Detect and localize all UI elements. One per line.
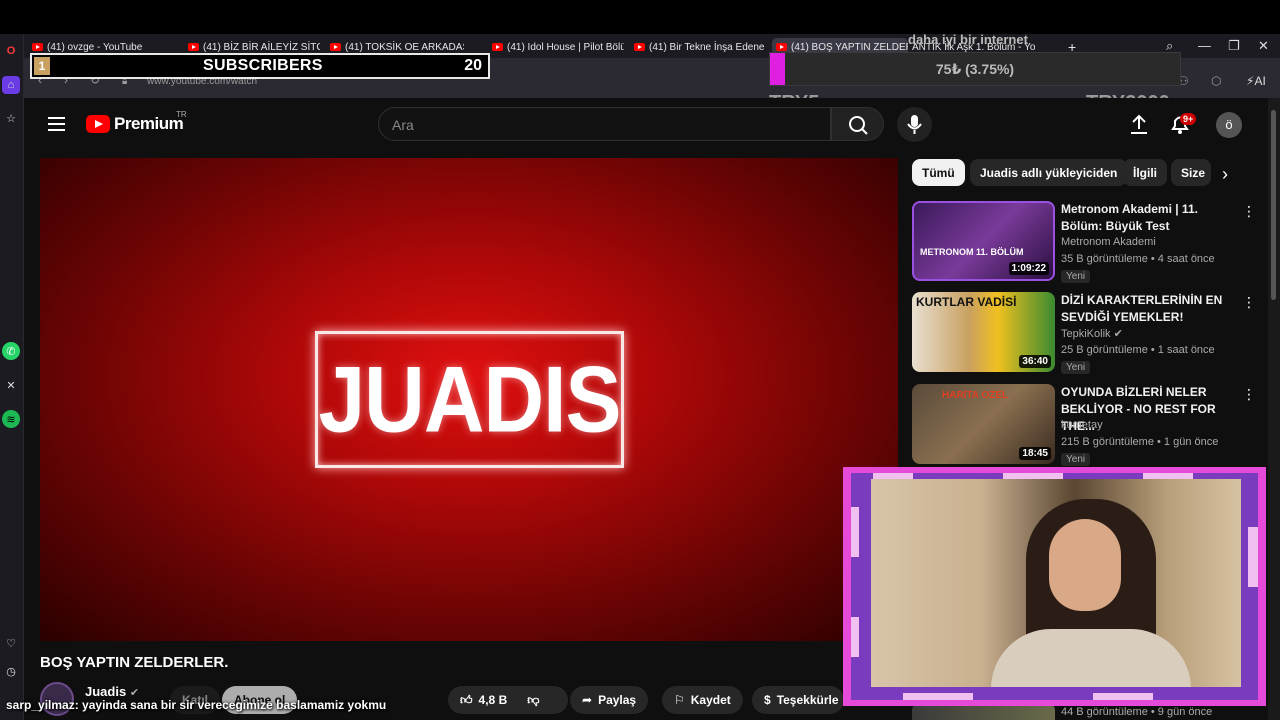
rec-channel[interactable]: TepkiKolik ✔ xyxy=(1061,327,1123,340)
chip-related[interactable]: İlgili xyxy=(1123,159,1167,186)
subs-rank: 1 xyxy=(34,57,50,75)
subs-count: 20 xyxy=(464,57,482,74)
mic-icon xyxy=(907,115,922,134)
donation-goal-bar: 75₺ (3.75%) xyxy=(769,52,1181,86)
like-button[interactable]: 👍︎ 4,8 B 👎︎ xyxy=(448,686,568,714)
rec-thumbnail-partial[interactable] xyxy=(912,704,1055,720)
save-button[interactable]: ⚐ Kaydet xyxy=(662,686,743,714)
scrollbar-thumb[interactable] xyxy=(1271,110,1276,300)
minimize-icon[interactable]: — xyxy=(1198,38,1211,53)
thanks-button[interactable]: $ Teşekkürle xyxy=(752,686,844,714)
rec-thumbnail[interactable]: METRONOM 11. BÖLÜM 1:09:22 xyxy=(912,201,1055,281)
home-icon[interactable]: ⌂ xyxy=(2,76,20,94)
verified-icon: ✔ xyxy=(1113,328,1123,340)
video-title: BOŞ YAPTIN ZELDERLER. xyxy=(40,654,229,671)
youtube-favicon-icon xyxy=(776,43,787,51)
bookmark-icon: ⚐ xyxy=(674,693,685,707)
rec-meta-partial: 44 B görüntüleme • 9 gün önce xyxy=(1061,706,1213,718)
chip-from-uploader[interactable]: Juadis adlı yükleyiciden xyxy=(970,159,1128,186)
channel-brand-logo: JUADIS xyxy=(315,331,624,468)
chevron-right-icon[interactable]: › xyxy=(1222,164,1228,185)
menu-icon[interactable] xyxy=(48,117,65,131)
youtube-favicon-icon xyxy=(188,43,199,51)
donation-goal-title: daha iyi bir internet xyxy=(908,32,1028,47)
rec-video[interactable]: KURTLAR VADİSİ 36:40 DİZİ KARAKTERLERİNİ… xyxy=(912,292,1262,377)
donation-goal-text: 75₺ (3.75%) xyxy=(935,61,1015,77)
upload-icon[interactable] xyxy=(1128,112,1150,136)
thumbs-up-icon: 👍︎ xyxy=(460,692,473,707)
youtube-play-icon xyxy=(86,115,110,133)
webcam-feed xyxy=(871,479,1241,687)
chip-all[interactable]: Tümü xyxy=(912,159,965,186)
pin-icon[interactable]: ☆ xyxy=(2,109,20,127)
notifications-badge: 9+ xyxy=(1180,113,1197,125)
chip-for-you[interactable]: Size xyxy=(1171,159,1211,186)
share-icon: ➦ xyxy=(582,693,593,707)
youtube-favicon-icon xyxy=(634,43,645,51)
more-options-icon[interactable]: ⋮ xyxy=(1242,294,1256,311)
rec-thumbnail[interactable]: KURTLAR VADİSİ 36:40 xyxy=(912,292,1055,372)
youtube-logo[interactable]: Premium TR xyxy=(86,110,187,134)
voice-search-button[interactable] xyxy=(897,107,932,142)
spotify-icon[interactable]: ≋ xyxy=(2,410,20,428)
subs-label: SUBSCRIBERS xyxy=(203,57,323,74)
tab-5[interactable]: (41) Bir Tekne İnşa Edene xyxy=(630,38,766,56)
x-icon[interactable]: ✕ xyxy=(2,376,20,394)
thumbs-down-icon: 👎︎ xyxy=(527,692,540,707)
ai-button[interactable]: ⚡AI xyxy=(1246,74,1266,88)
chat-overlay-message: sarp_yilmaz: yayinda sana bir sir verece… xyxy=(6,698,387,712)
history-icon[interactable]: ◷ xyxy=(2,662,20,680)
search-button[interactable] xyxy=(831,107,884,141)
share-button[interactable]: ➦ Paylaş xyxy=(570,686,649,714)
youtube-favicon-icon xyxy=(492,43,503,51)
more-options-icon[interactable]: ⋮ xyxy=(1242,203,1256,220)
opera-icon[interactable]: O xyxy=(2,42,20,60)
maximize-icon[interactable]: ❐ xyxy=(1228,38,1240,54)
extensions-icon[interactable]: ⬡ xyxy=(1211,74,1221,88)
video-player[interactable]: JUADIS xyxy=(40,158,898,641)
browser-sidebar: O ⌂ ☆ ✆ ✕ ≋ ♡ ◷ xyxy=(0,34,24,720)
search-icon xyxy=(849,116,868,135)
rec-thumbnail[interactable]: HARİTA OZEL 18:45 xyxy=(912,384,1055,464)
top-black-bar xyxy=(0,0,1280,34)
webcam-overlay xyxy=(843,467,1266,706)
rec-video[interactable]: METRONOM 11. BÖLÜM 1:09:22 Metronom Akad… xyxy=(912,201,1262,286)
search-input[interactable]: Ara xyxy=(378,107,831,141)
more-options-icon[interactable]: ⋮ xyxy=(1242,386,1256,403)
youtube-favicon-icon xyxy=(330,43,341,51)
heart-icon[interactable]: ♡ xyxy=(2,634,20,652)
whatsapp-icon[interactable]: ✆ xyxy=(2,342,20,360)
channel-name[interactable]: Juadis ✔ xyxy=(85,684,139,699)
tab-4[interactable]: (41) Idol House | Pilot Bölü xyxy=(488,38,624,56)
subscribers-overlay: 1 SUBSCRIBERS 20 xyxy=(30,53,490,79)
youtube-favicon-icon xyxy=(32,43,43,51)
close-icon[interactable]: ✕ xyxy=(1258,38,1269,54)
thanks-icon: $ xyxy=(764,693,771,707)
account-avatar[interactable]: ö xyxy=(1216,112,1242,138)
rec-video[interactable]: HARİTA OZEL 18:45 OYUNDA BİZLERİ NELER B… xyxy=(912,384,1262,469)
